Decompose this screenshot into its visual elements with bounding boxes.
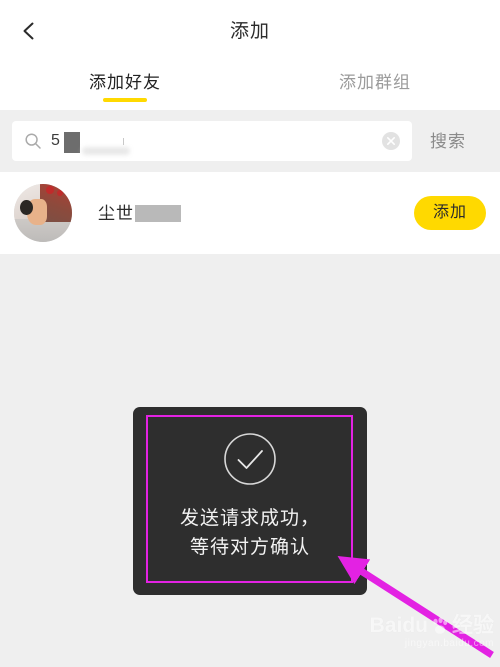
- tab-add-friend[interactable]: 添加好友: [0, 62, 250, 110]
- search-input-value: 5: [51, 132, 60, 149]
- chevron-left-icon: [18, 20, 40, 42]
- tab-add-group[interactable]: 添加群组: [250, 62, 500, 110]
- avatar: [14, 184, 72, 242]
- tab-active-indicator: [103, 98, 147, 102]
- paw-icon: [430, 616, 450, 636]
- tab-add-friend-label: 添加好友: [89, 73, 161, 92]
- search-value-redaction: [64, 132, 80, 153]
- watermark-brand: Baidu: [369, 614, 428, 637]
- result-user-name-redaction: [135, 204, 181, 222]
- page-header: 添加: [0, 0, 500, 62]
- clear-circle-icon[interactable]: [381, 131, 401, 151]
- search-result-row[interactable]: 尘世 添加: [0, 172, 500, 254]
- back-button[interactable]: [6, 8, 52, 54]
- watermark: Baidu 经验 jingyan.baidu.com: [362, 615, 494, 661]
- search-value-artifact: [123, 138, 124, 145]
- app-screen: 添加 添加好友 添加群组 5 搜索 尘世 添加 发送请求成功， 等待对方确认 B…: [0, 0, 500, 667]
- result-name-block: 尘世: [98, 203, 414, 223]
- search-input[interactable]: 5: [12, 121, 412, 161]
- check-circle-icon: [222, 431, 278, 487]
- watermark-suffix: 经验: [452, 614, 494, 637]
- add-friend-button[interactable]: 添加: [414, 196, 486, 230]
- toast-message: 发送请求成功， 等待对方确认: [180, 505, 320, 562]
- search-icon: [24, 132, 42, 150]
- success-toast: 发送请求成功， 等待对方确认: [133, 407, 367, 595]
- tab-bar: 添加好友 添加群组: [0, 62, 500, 110]
- search-value-blur: [82, 147, 130, 155]
- toast-message-line-1: 发送请求成功，: [179, 508, 320, 529]
- search-button[interactable]: 搜索: [430, 133, 466, 150]
- add-friend-button-label: 添加: [432, 204, 467, 221]
- search-bar: 5 搜索: [0, 110, 500, 172]
- result-user-name: 尘世: [98, 203, 134, 223]
- tab-add-group-label: 添加群组: [339, 73, 411, 92]
- page-title: 添加: [229, 20, 270, 42]
- toast-message-line-2: 等待对方确认: [189, 536, 310, 558]
- watermark-url: jingyan.baidu.com: [404, 638, 494, 649]
